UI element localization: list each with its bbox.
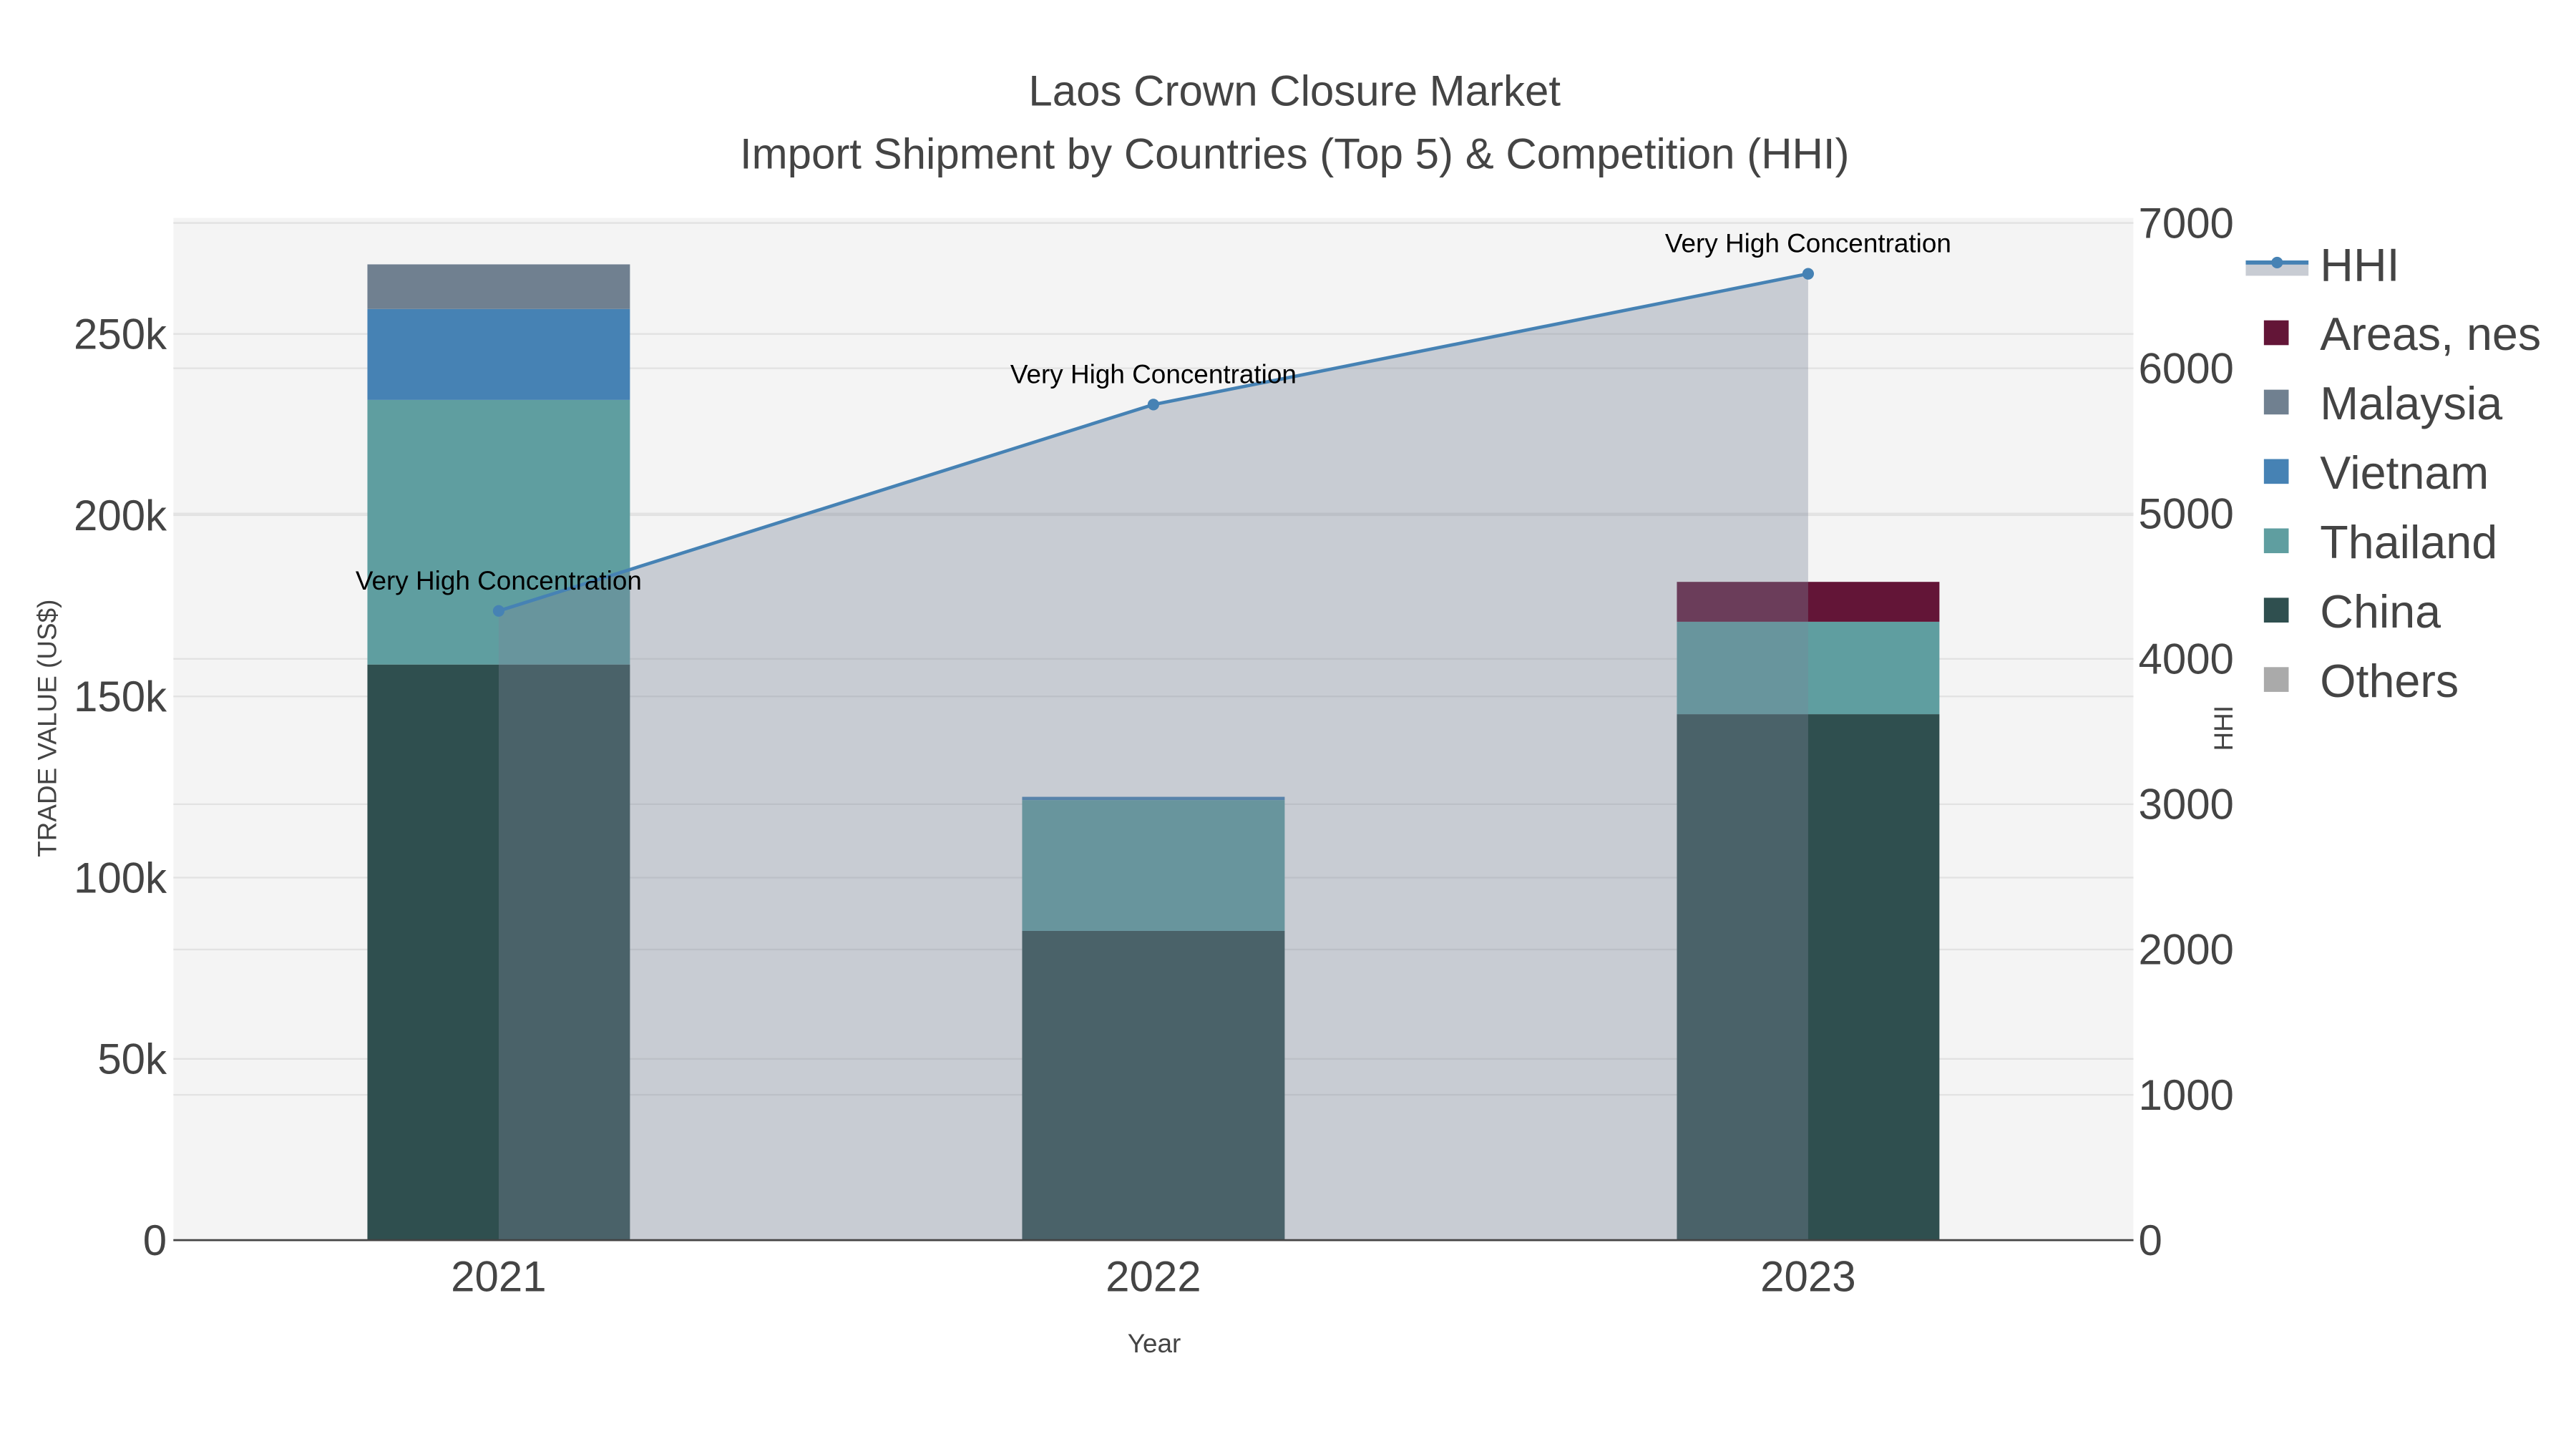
y2-tick-label: 2000 [2138,926,2233,974]
y2-tick-label: 3000 [2138,781,2233,829]
y2-tick-label: 1000 [2138,1071,2233,1119]
y2-tick-label: 7000 [2138,199,2233,247]
y-axis-ticks: 0 50k 100k 150k 200k 250k [74,310,167,1264]
x-tick-label: 2022 [1106,1253,1201,1301]
legend: HHI Areas, nes Malaysia Vietnam Thailand Chin… [2245,239,2541,707]
legend-swatch [2271,256,2283,268]
legend-item-china[interactable]: China [2263,586,2441,638]
x-tick-label: 2021 [451,1253,546,1301]
y-tick-label: 200k [74,492,167,540]
bar-vietnam [367,308,630,400]
legend-label: China [2320,586,2441,638]
x-tick-label: 2023 [1760,1253,1855,1301]
legend-swatch [2263,667,2289,692]
legend-item-malaysia[interactable]: Malaysia [2263,378,2502,429]
legend-label: Areas, nes [2320,308,2541,360]
y-tick-label: 50k [97,1035,167,1083]
legend-label: Others [2320,655,2459,707]
hhi-point [1147,399,1159,411]
y-tick-label: 150k [74,673,167,721]
y-tick-label: 250k [74,310,167,358]
chart-title: Laos Crown Closure Market [1028,67,1561,115]
legend-swatch [2263,528,2289,554]
bar-malaysia [367,264,630,309]
legend-label: Vietnam [2320,447,2489,499]
y2-tick-label: 5000 [2138,489,2233,537]
hhi-annotation: Very High Concentration [1665,229,1951,258]
y-tick-label: 0 [143,1216,167,1264]
legend-swatch [2263,459,2289,484]
legend-swatch [2263,389,2289,415]
y-axis-title: TRADE VALUE (US$) [32,600,62,857]
legend-item-hhi[interactable]: HHI [2245,239,2400,291]
legend-label: Malaysia [2320,378,2502,429]
legend-item-vietnam[interactable]: Vietnam [2263,447,2489,499]
hhi-point [1802,268,1814,280]
x-axis-title: Year [1128,1329,1181,1358]
legend-item-thailand[interactable]: Thailand [2263,517,2497,568]
chart: 0 50k 100k 150k 200k 250k 0 1000 2000 3000 4000 50… [32,67,2541,1358]
legend-swatch [2263,320,2289,346]
legend-swatch [2263,597,2289,623]
y2-tick-label: 4000 [2138,635,2233,683]
hhi-point [492,605,504,617]
legend-item-others[interactable]: Others [2263,655,2459,707]
legend-item-areas-nes[interactable]: Areas, nes [2263,308,2541,360]
hhi-annotation: Very High Concentration [1010,359,1297,389]
y2-axis-title: HHI [2209,706,2238,751]
hhi-annotation: Very High Concentration [356,566,642,595]
x-axis-ticks: 2021 2022 2023 [451,1253,1855,1301]
chart-subtitle: Import Shipment by Countries (Top 5) & C… [740,130,1850,177]
y2-tick-label: 6000 [2138,344,2233,392]
legend-label: HHI [2320,239,2399,291]
y-tick-label: 100k [74,854,167,902]
y2-tick-label: 0 [2138,1216,2162,1264]
legend-label: Thailand [2320,517,2497,568]
